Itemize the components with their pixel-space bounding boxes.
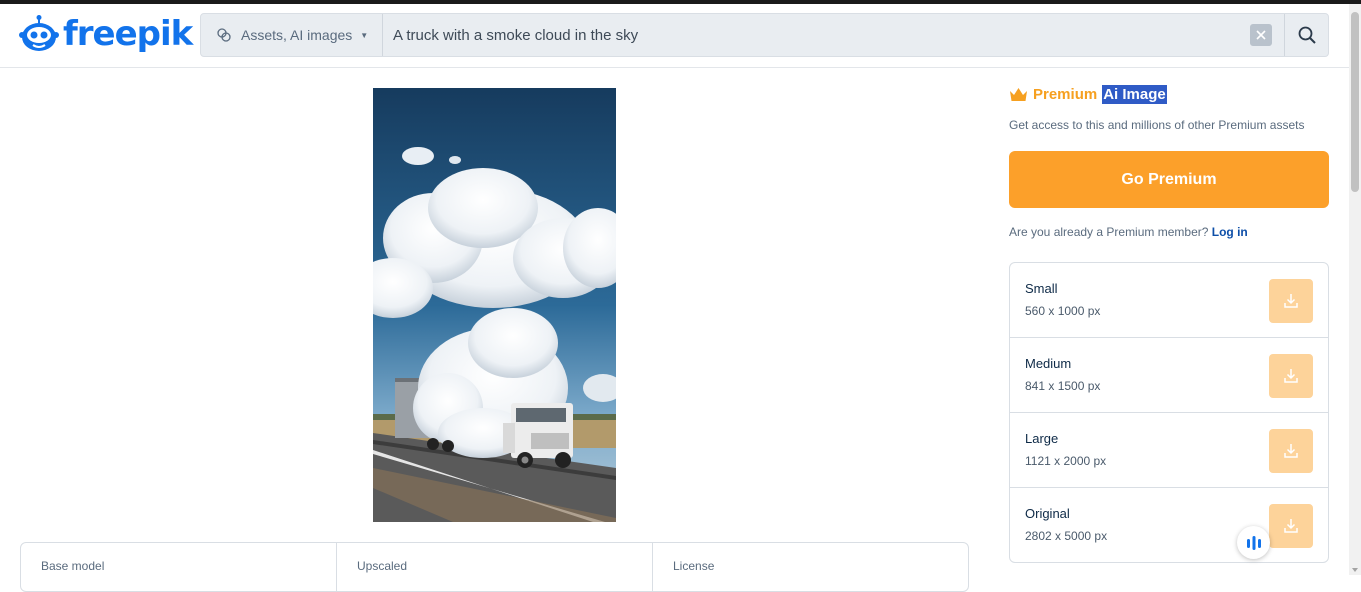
login-link[interactable]: Log in — [1212, 225, 1248, 239]
search-bar: Assets, AI images ▼ — [200, 13, 1329, 57]
truck-cloud-illustration — [373, 88, 616, 522]
asset-type-label: Assets, AI images — [241, 27, 353, 43]
close-icon — [1256, 30, 1266, 40]
size-option-small[interactable]: Small 560 x 1000 px — [1010, 263, 1328, 338]
clear-search-button[interactable] — [1250, 24, 1272, 46]
download-sizes-list: Small 560 x 1000 px Medium 841 x 1500 px… — [1009, 262, 1329, 563]
size-name: Small — [1025, 281, 1058, 296]
member-login-prompt: Are you already a Premium member? Log in — [1009, 225, 1248, 239]
asset-type-dropdown[interactable]: Assets, AI images ▼ — [201, 14, 383, 56]
preview-image[interactable] — [373, 88, 616, 522]
size-option-large[interactable]: Large 1121 x 2000 px — [1010, 413, 1328, 488]
download-button[interactable] — [1269, 504, 1313, 548]
premium-label: Premium — [1033, 86, 1098, 103]
size-dimensions: 2802 x 5000 px — [1025, 529, 1108, 543]
size-dimensions: 841 x 1500 px — [1025, 379, 1101, 393]
freepik-mascot-icon — [19, 15, 59, 51]
search-button[interactable] — [1284, 14, 1328, 56]
download-button[interactable] — [1269, 279, 1313, 323]
info-license: License — [673, 559, 715, 573]
size-dimensions: 1121 x 2000 px — [1025, 454, 1107, 468]
crown-icon — [1010, 88, 1027, 101]
logo-wordmark: freepik — [63, 14, 193, 54]
ai-sparkle-icon — [217, 28, 231, 42]
premium-heading: Premium Ai Image — [1009, 85, 1167, 104]
size-name: Original — [1025, 506, 1070, 521]
size-name: Large — [1025, 431, 1059, 446]
chevron-down-icon: ▼ — [360, 30, 369, 40]
download-icon — [1284, 369, 1298, 383]
size-option-original[interactable]: Original 2802 x 5000 px — [1010, 488, 1328, 562]
info-base-model: Base model — [21, 543, 337, 591]
download-icon — [1284, 294, 1298, 308]
size-option-medium[interactable]: Medium 841 x 1500 px — [1010, 338, 1328, 413]
download-button[interactable] — [1269, 354, 1313, 398]
asset-type-label: Ai Image — [1102, 85, 1167, 104]
audio-bars-icon — [1246, 535, 1261, 550]
assistant-button[interactable] — [1237, 526, 1270, 559]
scroll-down-arrow-icon[interactable] — [1352, 568, 1358, 572]
page-scrollbar[interactable] — [1349, 4, 1361, 575]
scrollbar-thumb[interactable] — [1351, 12, 1359, 192]
download-icon — [1284, 444, 1298, 458]
search-input[interactable] — [383, 14, 1250, 56]
download-icon — [1284, 519, 1298, 533]
premium-subtitle: Get access to this and millions of other… — [1009, 118, 1305, 132]
download-button[interactable] — [1269, 429, 1313, 473]
freepik-logo[interactable]: freepik — [19, 14, 193, 54]
size-name: Medium — [1025, 356, 1072, 371]
info-upscaled: Upscaled — [337, 543, 653, 591]
image-info-table: Base model Upscaled License — [20, 542, 969, 592]
site-header: freepik Assets, AI images ▼ — [0, 4, 1349, 68]
search-icon — [1298, 26, 1316, 44]
size-dimensions: 560 x 1000 px — [1025, 304, 1101, 318]
member-question: Are you already a Premium member? — [1009, 225, 1209, 239]
go-premium-button[interactable]: Go Premium — [1009, 151, 1329, 208]
